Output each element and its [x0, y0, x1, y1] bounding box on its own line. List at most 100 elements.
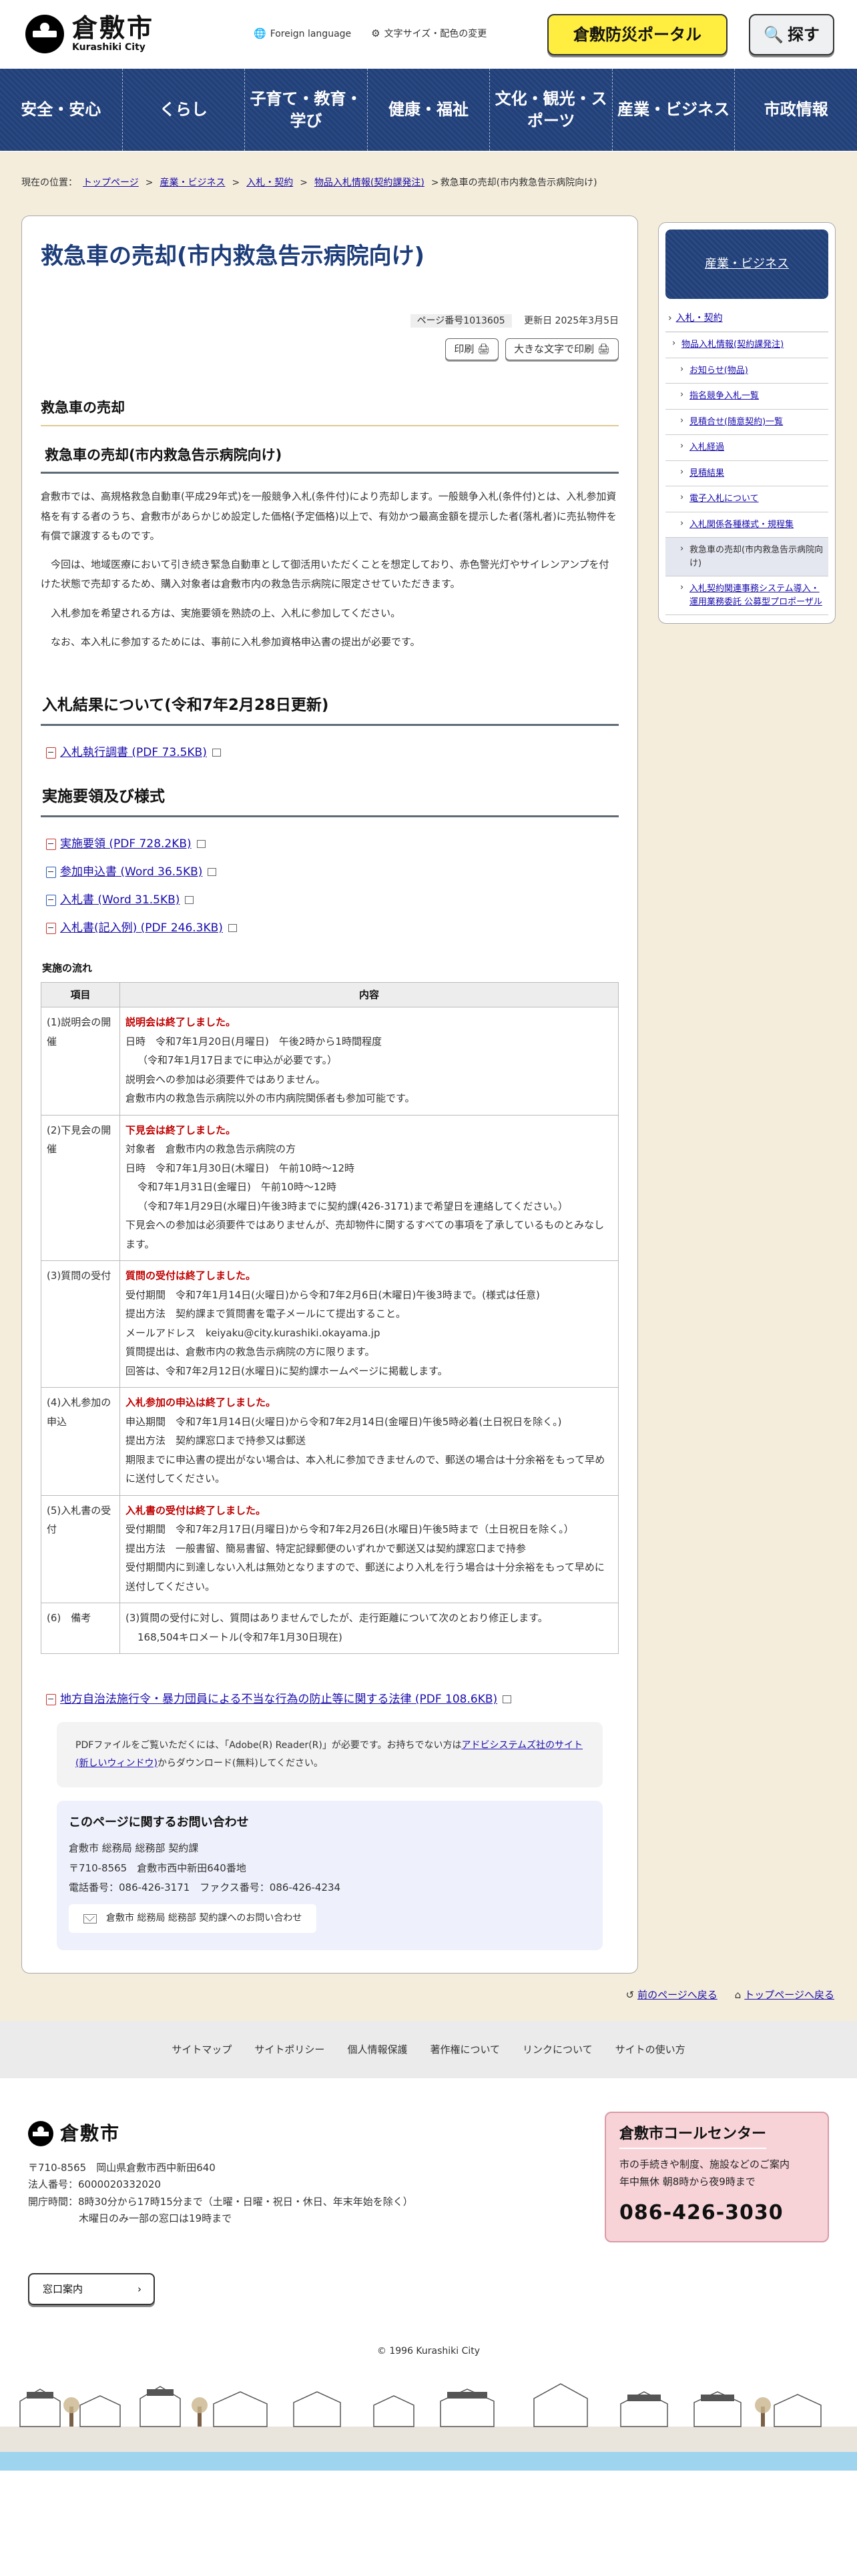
text-size-color-link[interactable]: ⚙ 文字サイズ・配色の変更	[371, 25, 487, 42]
table-cell-content: 説明会は終了しました。 日時 令和7年1月20日(月曜日) 午後2時から1時間程度…	[119, 1007, 619, 1116]
side-nav-top-link[interactable]: 入札・契約	[676, 313, 723, 324]
window-guide-button[interactable]: 窓口案内 ›	[28, 2272, 155, 2305]
disaster-portal-button[interactable]: 倉敷防災ポータル	[547, 14, 728, 55]
side-nav-link[interactable]: 入札契約関連事務システム導入・運用業務委託 公募型プロポーザル	[689, 584, 822, 607]
main-content: 救急車の売却(市内救急告示病院向け) ページ番号1013605 更新日 2025…	[21, 216, 638, 1974]
side-nav-item[interactable]: 入札契約関連事務システム導入・運用業務委託 公募型プロポーザル	[665, 576, 828, 616]
footer-hours-note: 木曜日のみ一部の窓口は19時まで	[79, 2212, 232, 2225]
guide-file-link-label[interactable]: 参加申込書 (Word 36.5KB)	[60, 863, 202, 881]
side-nav-link[interactable]: 見積合せ(随意契約)一覧	[689, 417, 783, 427]
table-cell-content: 入札書の受付は終了しました。 受付期間 令和7年2月17日(月曜日)から令和7年2…	[119, 1494, 619, 1604]
side-nav-link[interactable]: お知らせ(物品)	[689, 366, 748, 376]
search-button[interactable]: 🔍 探す	[749, 14, 834, 55]
content-line: 受付期間内に到達しない入札は無効となりますので、郵送により入札を行う場合は十分余…	[125, 1561, 605, 1593]
print-button[interactable]: 印刷 🖨	[445, 338, 499, 361]
content-line: 提出方法 契約課窓口まで持参又は郵送	[125, 1434, 306, 1447]
footer-link[interactable]: サイトポリシー	[254, 2042, 324, 2058]
guide-file-link[interactable]: 実施要領 (PDF 728.2KB)	[46, 835, 619, 853]
content-line: 質問提出は、倉敷市内の救急告示病院の方に限ります。	[125, 1346, 375, 1358]
side-nav-item[interactable]: 見積結果	[665, 461, 828, 487]
nav-item-3[interactable]: 子育て・教育・ 学び	[244, 69, 367, 151]
nav-item-7[interactable]: 市政情報	[734, 69, 857, 151]
guide-file-link-label[interactable]: 実施要領 (PDF 728.2KB)	[60, 835, 192, 853]
townscape-illustration	[0, 2383, 857, 2452]
side-nav-item[interactable]: 入札経過	[665, 435, 828, 461]
back-page-link[interactable]: ↺ 前のページへ戻る	[625, 1987, 717, 2004]
side-nav-link[interactable]: 物品入札情報(契約課発注)	[681, 340, 784, 350]
table-cell-item: (2)下見会の開催	[41, 1114, 120, 1262]
footer-corp-no: 法人番号：6000020332020	[28, 2178, 162, 2191]
chevron-right-icon: ›	[137, 2282, 141, 2295]
side-nav-item[interactable]: お知らせ(物品)	[665, 358, 828, 384]
word-file-icon	[46, 894, 56, 906]
breadcrumb-link[interactable]: 物品入札情報(契約課発注)	[314, 175, 424, 191]
foreign-language-link[interactable]: 🌐 Foreign language	[254, 25, 351, 42]
guide-file-link[interactable]: 入札書(記入例) (PDF 246.3KB)	[46, 919, 619, 937]
side-nav-heading[interactable]: 産業・ビジネス	[665, 230, 828, 299]
side-nav-top-item[interactable]: › 入札・契約	[665, 306, 828, 333]
breadcrumb-link[interactable]: トップページ	[83, 175, 139, 191]
footer-link[interactable]: サイトの使い方	[615, 2042, 685, 2058]
law-file-link[interactable]: 地方自治法施行令・暴力団員による不当な行為の防止等に関する法律 (PDF 108…	[46, 1690, 619, 1709]
breadcrumb-link[interactable]: 入札・契約	[246, 175, 293, 191]
result-file-link-label[interactable]: 入札執行調書 (PDF 73.5KB)	[60, 743, 207, 762]
contact-tel: 電話番号：086-426-3171 ファクス番号：086-426-4234	[69, 1881, 341, 1893]
side-nav-link[interactable]: 指名競争入札一覧	[689, 391, 759, 401]
nav-item-5[interactable]: 文化・観光・ス ポーツ	[489, 69, 612, 151]
content-line: 下見会への参加は必須要件ではありませんが、売却物件に関するすべての事項を了承して…	[125, 1219, 605, 1250]
breadcrumb-current: 救急車の売却(市内救急告示病院向け)	[440, 177, 597, 189]
nav-item-1[interactable]: 安全・安心	[0, 69, 122, 151]
nav-item-4[interactable]: 健康・福祉	[366, 69, 490, 151]
call-center-tel[interactable]: 086-426-3030	[619, 2196, 814, 2230]
side-nav-item[interactable]: 見積合せ(随意契約)一覧	[665, 410, 828, 436]
side-nav-link[interactable]: 入札関係各種様式・規程集	[689, 520, 794, 530]
content-line: （令和7年1月17日までに申込が必要です。）	[137, 1054, 338, 1067]
guide-file-link-label[interactable]: 入札書 (Word 31.5KB)	[60, 891, 180, 909]
content-layout: 救急車の売却(市内救急告示病院向け) ページ番号1013605 更新日 2025…	[0, 216, 857, 1974]
side-nav-item[interactable]: 電子入札について	[665, 486, 828, 512]
table-cell-content: 下見会は終了しました。 対象者 倉敷市内の救急告示病院の方 日時 令和7年1月30日…	[119, 1114, 619, 1262]
top-page-label[interactable]: トップページへ戻る	[744, 1989, 834, 2001]
table-cell-item: (5)入札書の受付	[41, 1494, 120, 1604]
side-nav-link[interactable]: 電子入札について	[689, 494, 759, 504]
guide-file-link[interactable]: 参加申込書 (Word 36.5KB)	[46, 863, 619, 881]
footer-link[interactable]: 個人情報保護	[347, 2042, 407, 2058]
footer-link[interactable]: リンクについて	[523, 2042, 593, 2058]
side-nav-list: › 入札・契約 物品入札情報(契約課発注) お知らせ(物品) 指名競争入札一覧見積合せ…	[659, 306, 835, 623]
contact-form-button[interactable]: 倉敷市 総務局 総務部 契約課へのお問い合わせ	[69, 1904, 317, 1934]
side-nav-link[interactable]: 見積結果	[689, 468, 724, 478]
side-nav-link[interactable]: 入札経過	[689, 442, 724, 452]
page-bottom	[0, 2470, 857, 2576]
table-row: (5)入札書の受付 入札書の受付は終了しました。 受付期間 令和7年2月17日(月曜…	[41, 1494, 619, 1604]
guide-file-link-label[interactable]: 入札書(記入例) (PDF 246.3KB)	[60, 919, 223, 937]
site-footer: 倉敷市 〒710-8565 岡山県倉敷市西中新田640 法人番号：6000020…	[0, 2078, 857, 2452]
search-button-label: 探す	[787, 25, 820, 44]
footer-link[interactable]: 著作権について	[430, 2042, 500, 2058]
table-row: (6) 備考 (3)質問の受付に対し、質問はありませんでしたが、走行距離について次…	[41, 1603, 619, 1655]
law-file: 地方自治法施行令・暴力団員による不当な行為の防止等に関する法律 (PDF 108…	[41, 1690, 619, 1709]
result-file-link[interactable]: 入札執行調書 (PDF 73.5KB)	[46, 743, 619, 762]
page-meta: ページ番号1013605 更新日 2025年3月5日	[41, 314, 619, 329]
updated-date: 更新日 2025年3月5日	[524, 316, 619, 327]
globe-icon: 🌐	[254, 27, 266, 39]
breadcrumb-link[interactable]: 産業・ビジネス	[160, 175, 225, 191]
table-cell-item: (1)説明会の開催	[41, 1007, 120, 1116]
footer-link[interactable]: サイトマップ	[172, 2042, 232, 2058]
side-nav-item[interactable]: 指名競争入札一覧	[665, 384, 828, 410]
text-size-color-label: 文字サイズ・配色の変更	[384, 29, 487, 39]
back-page-label[interactable]: 前のページへ戻る	[637, 1989, 718, 2001]
site-logo[interactable]: 倉敷市 Kurashiki City	[25, 15, 154, 53]
side-nav-item[interactable]: 物品入札情報(契約課発注)	[665, 332, 828, 358]
nav-item-6[interactable]: 産業・ビジネス	[611, 69, 735, 151]
nav-item-2[interactable]: くらし	[121, 69, 245, 151]
law-file-link-label[interactable]: 地方自治法施行令・暴力団員による不当な行為の防止等に関する法律 (PDF 108…	[60, 1690, 497, 1709]
footer-logo-text: 倉敷市	[60, 2122, 121, 2144]
result-heading: 入札結果について(令和7年2月28日更新)	[41, 693, 619, 726]
pdf-file-icon	[46, 747, 56, 759]
side-nav-item-current[interactable]: 救急車の売却(市内救急告示病院向け)	[665, 538, 828, 577]
page-title: 救急車の売却(市内救急告示病院向け)	[41, 243, 425, 270]
guide-file-link[interactable]: 入札書 (Word 31.5KB)	[46, 891, 619, 909]
print-large-button[interactable]: 大きな文字で印刷 🖨	[505, 338, 619, 361]
side-nav-item[interactable]: 入札関係各種様式・規程集	[665, 512, 828, 538]
top-page-link[interactable]: ⌂ トップページへ戻る	[735, 1987, 834, 2004]
